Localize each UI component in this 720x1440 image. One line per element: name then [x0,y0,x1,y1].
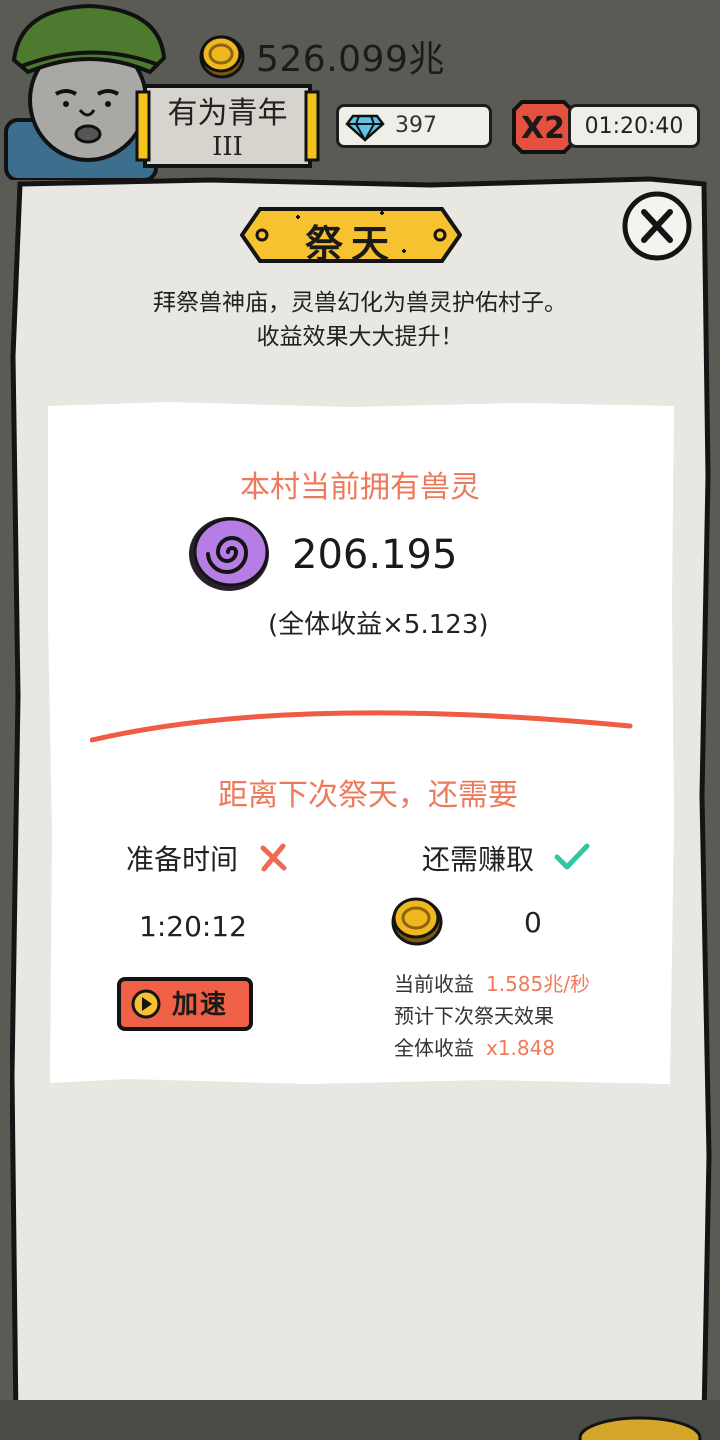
gold-coin-icon [391,897,443,946]
background-game-bar [0,1400,720,1440]
current-income-label: 当前收益 [394,972,474,996]
description-line-1: 拜祭兽神庙，灵兽幻化为兽灵护佑村子。 [153,290,567,316]
description-line-2: 收益效果大大提升！ [256,324,464,350]
rank-title: 有为青年 [167,96,288,131]
boost-timer: 01:20:40 [584,114,684,139]
dialog-description: 拜祭兽神庙，灵兽幻化为兽灵护佑村子。 收益效果大大提升！ [60,286,660,354]
dialog-title: 祭天 [304,222,397,266]
speed-up-label: 加速 [172,990,229,1020]
brush-divider [90,710,633,743]
x2-boost-badge[interactable]: X2 [512,98,574,156]
income-stats: 当前收益 1.585兆/秒 预计下次祭天效果 全体收益 x1.848 [394,968,590,1064]
next-sacrifice-title: 距离下次祭天，还需要 [218,778,518,813]
earn-remaining-amount: 0 [524,906,542,939]
current-income-row: 当前收益 1.585兆/秒 [394,968,590,1000]
owned-spirit-title: 本村当前拥有兽灵 [240,470,480,505]
rank-level: III [212,132,243,162]
title-banner-label: 祭天 [240,199,462,271]
gem-count: 397 [395,113,437,138]
boost-timer-plate: 01:20:40 [568,104,700,148]
forecast-label: 预计下次祭天效果 [394,1004,554,1028]
coin-total: 526.099兆 [198,30,445,82]
check-icon [554,843,590,870]
total-income-row: 全体收益 x1.848 [394,1032,590,1064]
x2-label: X2 [521,111,565,146]
prep-time-label: 准备时间 [126,843,239,876]
earn-remaining-label: 还需赚取 [422,843,535,876]
close-button[interactable] [620,188,694,262]
spirit-bonus: (全体收益×5.123) [268,610,489,640]
cross-icon [260,843,287,872]
spirit-count: 206.195 [292,532,458,578]
spiral-spirit-icon [189,517,269,591]
rank-plate[interactable]: 有为青年 III [135,82,320,170]
total-income-value: x1.848 [486,1036,556,1060]
total-income-label: 全体收益 [394,1036,474,1060]
diamond-icon [345,114,385,142]
gold-coin-icon [199,35,245,79]
prep-time-value: 1:20:12 [139,910,247,943]
current-income-value: 1.585兆/秒 [486,972,590,996]
gem-counter[interactable]: 397 [336,104,492,148]
coin-total-value: 526.099兆 [256,39,445,80]
top-status-bar: 526.099兆 有为青年 III 397 X2 01:20:40 [0,0,720,190]
speed-up-button[interactable]: 加速 [116,976,254,1032]
